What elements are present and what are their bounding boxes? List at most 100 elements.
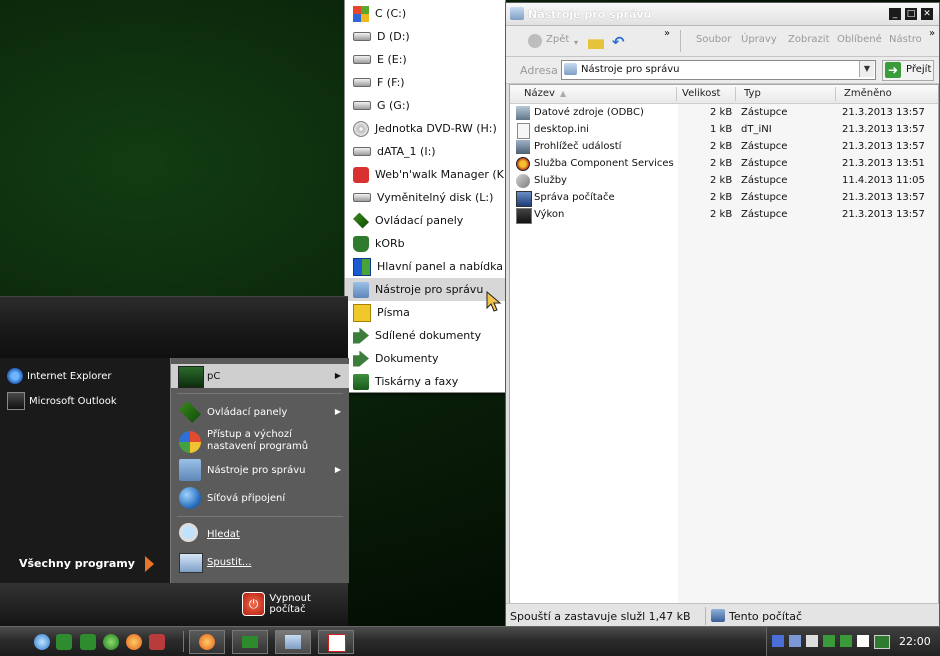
back-dropdown-icon[interactable]: ▾	[574, 38, 578, 47]
fonts-folder-icon	[353, 303, 371, 322]
file-row[interactable]: Správa počítače 2 kB Zástupce 21.3.2013 …	[510, 190, 938, 207]
file-row[interactable]: Služby 2 kB Zástupce 11.4.2013 11:05	[510, 173, 938, 190]
menu-item-documents[interactable]: Dokumenty	[345, 347, 505, 370]
menu-item-control-panel[interactable]: Ovládací panely	[345, 209, 505, 232]
submenu-arrow-icon: ▶	[334, 407, 341, 416]
tray-security-icon[interactable]	[840, 635, 852, 647]
menu-file[interactable]: Soubor	[696, 34, 731, 45]
close-button[interactable]: ✕	[921, 8, 933, 20]
menu-item-admin-tools[interactable]: Nástroje pro správu	[345, 278, 505, 301]
task-firefox[interactable]	[189, 630, 225, 654]
shutdown-button[interactable]: ⏻ Vypnout počítač	[242, 592, 348, 616]
start-menu-footer: ⏻ Vypnout počítač	[0, 583, 348, 626]
quicklaunch-lock-icon[interactable]	[80, 634, 96, 650]
control-panel-icon	[179, 401, 201, 423]
all-programs-button[interactable]: Všechny programy	[19, 556, 154, 572]
odbc-icon	[516, 106, 530, 120]
menu-view[interactable]: Zobrazit	[788, 34, 830, 45]
menu-tools[interactable]: Nástro	[889, 34, 922, 45]
status-text: Spouští a zastavuje služl 1,47 kB	[510, 610, 691, 623]
all-programs-arrow-icon	[144, 556, 154, 572]
menu-item-recycle-bin[interactable]: kORb	[345, 232, 505, 255]
tray-update-icon[interactable]	[823, 635, 835, 647]
menu-item-drive-g[interactable]: G (G:)	[345, 94, 505, 117]
menu-item-fonts[interactable]: Písma	[345, 301, 505, 324]
power-icon: ⏻	[242, 592, 266, 616]
webnwalk-icon	[353, 166, 369, 183]
start-item-pc[interactable]: pC ▶	[171, 364, 349, 388]
start-menu-left-pane: Internet Explorer Microsoft Outlook Všec…	[0, 358, 170, 583]
tray-volume-icon[interactable]	[806, 635, 818, 647]
shared-docs-icon	[353, 327, 369, 344]
menu-item-removable-disk[interactable]: Vyměnitelný disk (L:)	[345, 186, 505, 209]
window-titlebar[interactable]: Nástroje pro správu _ □ ✕	[506, 3, 939, 26]
ini-file-icon	[517, 123, 530, 139]
window-title: Nástroje pro správu	[528, 8, 652, 21]
column-modified[interactable]: Změněno	[844, 88, 892, 99]
tray-app-icon[interactable]	[857, 635, 869, 647]
taskbar-separator	[183, 631, 184, 652]
pinned-internet-explorer[interactable]: Internet Explorer	[7, 368, 112, 384]
quicklaunch-tool-icon[interactable]	[149, 634, 165, 650]
menu-overflow-icon[interactable]: »	[929, 28, 935, 39]
column-type[interactable]: Typ	[744, 88, 761, 99]
start-item-run[interactable]: Spustit...	[171, 550, 349, 574]
menu-item-webnwalk[interactable]: Web'n'walk Manager (K:)	[345, 163, 505, 186]
menu-item-drive-e[interactable]: E (E:)	[345, 48, 505, 71]
start-item-search[interactable]: Hledat	[171, 522, 349, 546]
menu-item-drive-c[interactable]: C (C:)	[345, 2, 505, 25]
menu-item-shared-docs[interactable]: Sdílené dokumenty	[345, 324, 505, 347]
menu-item-dvd-drive[interactable]: Jednotka DVD-RW (H:)	[345, 117, 505, 140]
tray-display-icon[interactable]	[789, 635, 801, 647]
menu-item-drive-f[interactable]: F (F:)	[345, 71, 505, 94]
file-row[interactable]: desktop.ini 1 kB dT_iNI 21.3.2013 13:57	[510, 122, 938, 139]
quicklaunch-app-icon[interactable]	[56, 634, 72, 650]
maximize-button[interactable]: □	[905, 8, 917, 20]
start-item-admin-tools[interactable]: Nástroje pro správu ▶	[171, 458, 349, 482]
tray-monitor-icon[interactable]	[874, 635, 890, 649]
menu-item-drive-i[interactable]: dATA_1 (I:)	[345, 140, 505, 163]
file-row[interactable]: Prohlížeč událostí 2 kB Zástupce 21.3.20…	[510, 139, 938, 156]
file-row[interactable]: Datové zdroje (ODBC) 2 kB Zástupce 21.3.…	[510, 105, 938, 122]
menu-item-drive-d[interactable]: D (D:)	[345, 25, 505, 48]
file-row[interactable]: Výkon 2 kB Zástupce 21.3.2013 13:57	[510, 207, 938, 224]
address-input[interactable]: Nástroje pro správu ▼	[561, 60, 876, 80]
task-paint[interactable]	[318, 630, 354, 654]
pinned-outlook[interactable]: Microsoft Outlook	[7, 392, 117, 410]
go-button[interactable]: ➜ Přejít	[882, 60, 934, 81]
start-item-network[interactable]: Síťová připojení	[171, 486, 349, 510]
internet-explorer-icon	[7, 368, 23, 384]
drive-icon	[353, 55, 371, 64]
quicklaunch-firefox-icon[interactable]	[126, 634, 142, 650]
undo-icon[interactable]: ↶	[612, 33, 625, 51]
minimize-button[interactable]: _	[889, 8, 901, 20]
file-row[interactable]: Služba Component Services 2 kB Zástupce …	[510, 156, 938, 173]
back-arrow-icon[interactable]	[528, 34, 542, 48]
task-control-panel[interactable]	[232, 630, 268, 654]
computer-icon	[711, 609, 725, 622]
column-size[interactable]: Velikost	[682, 88, 720, 99]
menu-separator	[177, 516, 343, 517]
tray-network-icon[interactable]	[772, 635, 784, 647]
quicklaunch-refresh-icon[interactable]	[103, 634, 119, 650]
admin-tools-icon	[179, 459, 201, 481]
column-name[interactable]: Název	[524, 88, 555, 99]
performance-icon	[516, 208, 532, 224]
menu-item-printers[interactable]: Tiskárny a faxy	[345, 370, 505, 393]
windows-drive-icon	[353, 5, 369, 22]
task-explorer[interactable]	[275, 630, 311, 654]
taskbar-clock[interactable]: 22:00	[899, 635, 931, 648]
toolbar-overflow-icon[interactable]: »	[664, 28, 670, 39]
event-viewer-icon	[516, 140, 530, 154]
start-item-control-panel[interactable]: Ovládací panely ▶	[171, 400, 349, 424]
menu-item-taskbar-start[interactable]: Hlavní panel a nabídka Start	[345, 255, 505, 278]
quicklaunch-ie-icon[interactable]	[34, 634, 50, 650]
menu-edit[interactable]: Úpravy	[741, 34, 777, 45]
folder-up-icon[interactable]	[588, 39, 604, 49]
menu-favorites[interactable]: Oblíbené	[837, 34, 882, 45]
address-dropdown-icon[interactable]: ▼	[859, 61, 874, 77]
back-button[interactable]: Zpět	[546, 34, 569, 45]
start-menu-right-pane: pC ▶ Ovládací panely ▶ Přístup a výchozí…	[170, 358, 349, 583]
start-item-default-programs[interactable]: Přístup a výchozí nastavení programů	[171, 427, 349, 455]
drive-icon	[353, 78, 371, 87]
